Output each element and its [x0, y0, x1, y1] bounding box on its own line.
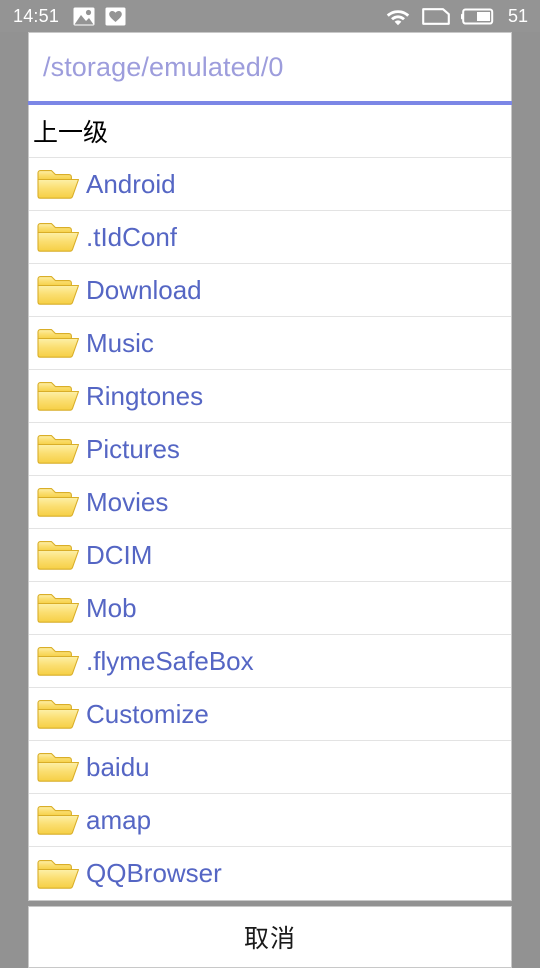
- folder-icon: [36, 697, 80, 731]
- path-input-container: /storage/emulated/0: [28, 32, 512, 101]
- path-input-value: /storage/emulated/0: [43, 51, 284, 82]
- folder-icon: [36, 803, 80, 837]
- folder-icon: [36, 750, 80, 784]
- list-item[interactable]: .tIdConf: [29, 211, 511, 264]
- list-item-label: Ringtones: [86, 380, 204, 411]
- path-input[interactable]: /storage/emulated/0: [29, 33, 511, 101]
- cancel-button[interactable]: 取消: [28, 906, 512, 968]
- folder-icon: [36, 273, 80, 307]
- list-item[interactable]: Download: [29, 264, 511, 317]
- folder-icon: [36, 167, 80, 201]
- folder-icon: [36, 485, 80, 519]
- folder-icon: [36, 644, 80, 678]
- list-item-label: DCIM: [86, 539, 153, 570]
- status-bar-notification-icons: [73, 7, 126, 26]
- list-item[interactable]: DCIM: [29, 529, 511, 582]
- list-item-label: baidu: [86, 751, 150, 782]
- folder-icon: [36, 379, 80, 413]
- list-item-label: Download: [86, 274, 202, 305]
- wifi-icon: [385, 6, 411, 26]
- folder-icon: [36, 326, 80, 360]
- list-item-label: Mob: [86, 592, 137, 623]
- list-item[interactable]: Mob: [29, 582, 511, 635]
- list-item-label: QQBrowser: [86, 858, 222, 888]
- status-bar-clock: 14:51: [13, 6, 60, 26]
- status-bar: 14:51 51: [0, 0, 540, 32]
- heart-shield-notification-icon: [105, 7, 126, 26]
- list-item-label: amap: [86, 804, 152, 835]
- list-item-parent-directory[interactable]: 上一级: [29, 105, 511, 158]
- list-item-label: Music: [86, 327, 154, 358]
- folder-icon: [36, 857, 80, 891]
- folder-icon: [36, 220, 80, 254]
- list-item[interactable]: Music: [29, 317, 511, 370]
- list-item[interactable]: amap: [29, 794, 511, 847]
- list-item-label: .tIdConf: [86, 221, 178, 252]
- list-item[interactable]: Android: [29, 158, 511, 211]
- list-item[interactable]: .flymeSafeBox: [29, 635, 511, 688]
- list-item[interactable]: QQBrowser: [29, 847, 511, 900]
- folder-icon: [36, 432, 80, 466]
- list-item[interactable]: Pictures: [29, 423, 511, 476]
- folder-list[interactable]: 上一级 Android .tIdConf Download Music Ring…: [28, 105, 512, 901]
- folder-icon: [36, 538, 80, 572]
- list-item-label: Pictures: [86, 433, 180, 464]
- parent-directory-label: 上一级: [33, 119, 109, 147]
- battery-icon: [460, 7, 495, 26]
- list-item-label: Customize: [86, 698, 209, 729]
- list-item[interactable]: Customize: [29, 688, 511, 741]
- list-item[interactable]: baidu: [29, 741, 511, 794]
- list-item[interactable]: Ringtones: [29, 370, 511, 423]
- battery-percent-label: 51: [507, 6, 528, 26]
- image-notification-icon: [73, 7, 95, 26]
- folder-picker-dialog: /storage/emulated/0 上一级 Android .tIdConf…: [28, 32, 512, 968]
- status-bar-system-icons: 51: [385, 0, 528, 32]
- folder-icon: [36, 591, 80, 625]
- list-item-label: .flymeSafeBox: [86, 645, 254, 676]
- list-item-label: Android: [86, 168, 176, 199]
- list-item[interactable]: Movies: [29, 476, 511, 529]
- list-item-label: Movies: [86, 486, 169, 517]
- cancel-button-label: 取消: [243, 925, 296, 953]
- sim-card-icon: [422, 7, 450, 26]
